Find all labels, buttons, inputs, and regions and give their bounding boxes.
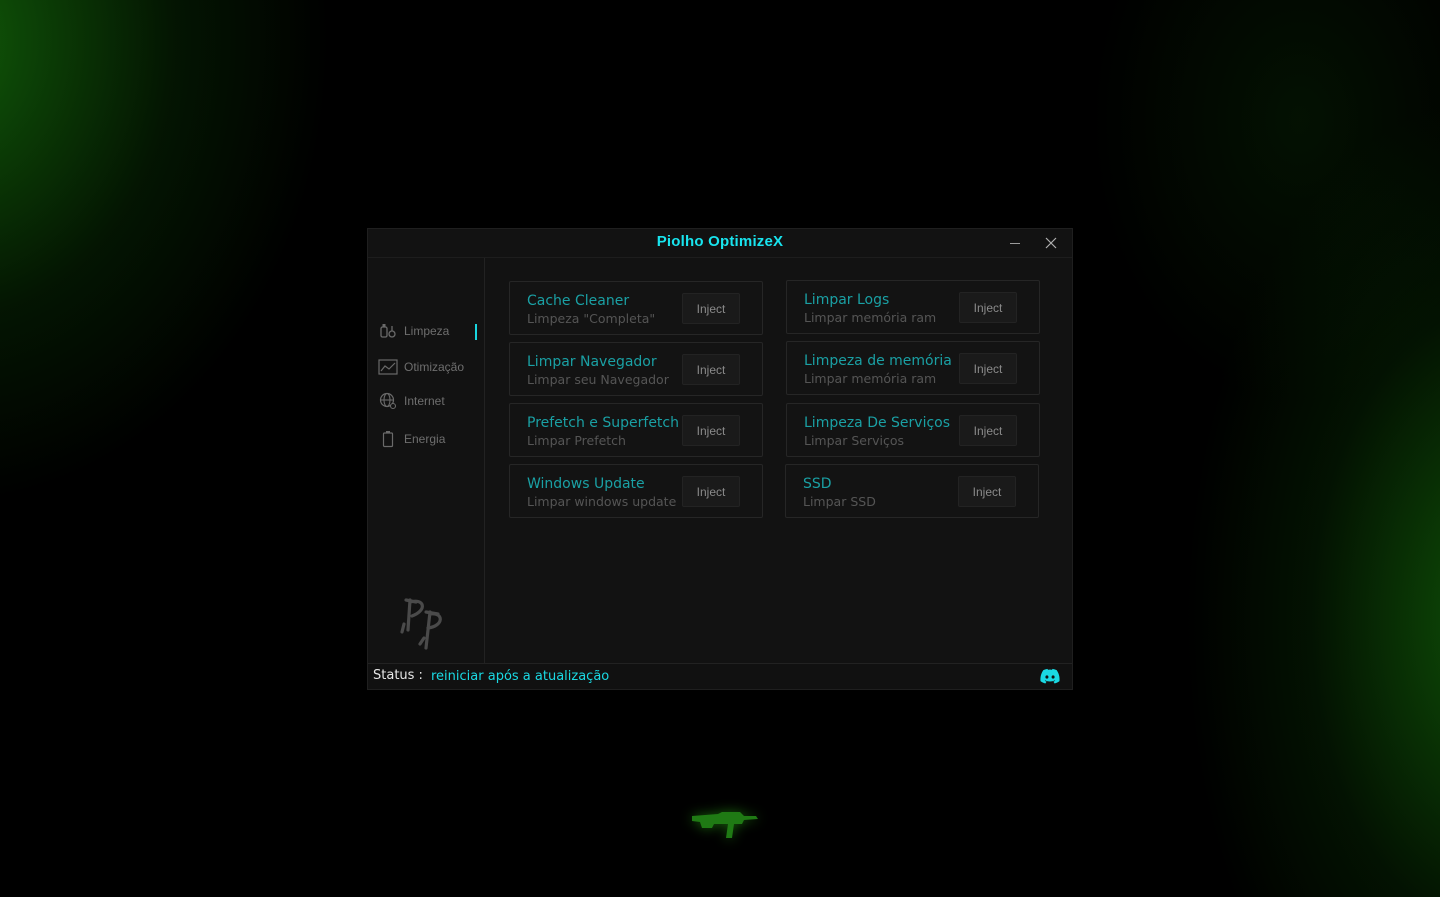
card-subtitle: Limpar windows update <box>527 494 677 509</box>
sidebar-item-label: Otimização <box>404 360 465 374</box>
close-icon <box>1045 237 1057 249</box>
card-subtitle: Limpar SSD <box>803 494 876 509</box>
cleaning-icon <box>378 322 398 340</box>
sidebar-item-label: Internet <box>404 394 445 408</box>
card-title: Limpeza De Serviços <box>804 415 951 431</box>
card-title: SSD <box>803 476 832 492</box>
globe-icon <box>378 392 398 410</box>
card-title: Cache Cleaner <box>527 293 630 309</box>
inject-button[interactable]: Inject <box>958 476 1016 507</box>
battery-icon <box>378 430 398 448</box>
card-title: Limpar Logs <box>804 292 890 308</box>
option-card-limpar-navegador: Limpar Navegador Limpar seu Navegador In… <box>509 342 763 396</box>
chart-icon <box>378 358 398 376</box>
card-title: Limpar Navegador <box>527 354 657 370</box>
inject-button[interactable]: Inject <box>682 293 740 324</box>
app-title: Piolho OptimizeX <box>656 233 784 250</box>
card-subtitle: Limpar Serviços <box>804 433 904 448</box>
option-card-prefetch: Prefetch e Superfetch Limpar Prefetch In… <box>509 403 763 457</box>
sidebar-item-limpeza[interactable]: Limpeza <box>378 320 478 342</box>
inject-button[interactable]: Inject <box>682 415 740 446</box>
active-nav-indicator <box>475 324 477 340</box>
card-title: Limpeza de memória <box>804 353 952 369</box>
close-button[interactable] <box>1040 233 1062 253</box>
option-card-limpeza-servicos: Limpeza De Serviços Limpar Serviços Inje… <box>786 403 1040 457</box>
card-subtitle: Limpeza "Completa" <box>527 311 656 326</box>
sidebar-item-internet[interactable]: Internet <box>378 390 478 412</box>
card-title: Prefetch e Superfetch <box>527 415 679 431</box>
minimize-icon <box>1010 243 1020 244</box>
discord-icon[interactable] <box>1040 667 1060 685</box>
sidebar-item-energia[interactable]: Energia <box>378 428 478 450</box>
pp-logo-icon <box>400 598 442 650</box>
inject-button[interactable]: Inject <box>959 415 1017 446</box>
option-card-limpeza-memoria: Limpeza de memória Limpar memória ram In… <box>786 341 1040 395</box>
status-value: reiniciar após a atualização <box>431 669 610 684</box>
status-bar: Status : reiniciar após a atualização <box>368 663 1072 689</box>
inject-button[interactable]: Inject <box>959 292 1017 323</box>
option-card-windows-update: Windows Update Limpar windows update Inj… <box>509 464 763 518</box>
inject-button[interactable]: Inject <box>682 476 740 507</box>
inject-button[interactable]: Inject <box>682 354 740 385</box>
sidebar-item-otimizacao[interactable]: Otimização <box>378 356 478 378</box>
card-subtitle: Limpar seu Navegador <box>527 372 669 387</box>
card-subtitle: Limpar Prefetch <box>527 433 626 448</box>
status-label: Status : <box>373 668 423 683</box>
option-card-limpar-logs: Limpar Logs Limpar memória ram Inject <box>786 280 1040 334</box>
card-subtitle: Limpar memória ram <box>804 310 937 325</box>
sidebar-item-label: Limpeza <box>404 324 450 338</box>
sidebar: Limpeza Otimização Internet Energia <box>368 258 485 666</box>
sidebar-item-label: Energia <box>404 432 446 446</box>
option-card-cache-cleaner: Cache Cleaner Limpeza "Completa" Inject <box>509 281 763 335</box>
title-bar[interactable]: Piolho OptimizeX <box>368 229 1072 258</box>
minimize-button[interactable] <box>1004 233 1026 253</box>
card-subtitle: Limpar memória ram <box>804 371 937 386</box>
app-window: Piolho OptimizeX Limpeza Otimização Inte <box>367 228 1073 690</box>
inject-button[interactable]: Inject <box>959 353 1017 384</box>
option-card-ssd: SSD Limpar SSD Inject <box>785 464 1039 518</box>
card-title: Windows Update <box>527 476 645 492</box>
wallpaper-gun-icon <box>692 812 758 838</box>
